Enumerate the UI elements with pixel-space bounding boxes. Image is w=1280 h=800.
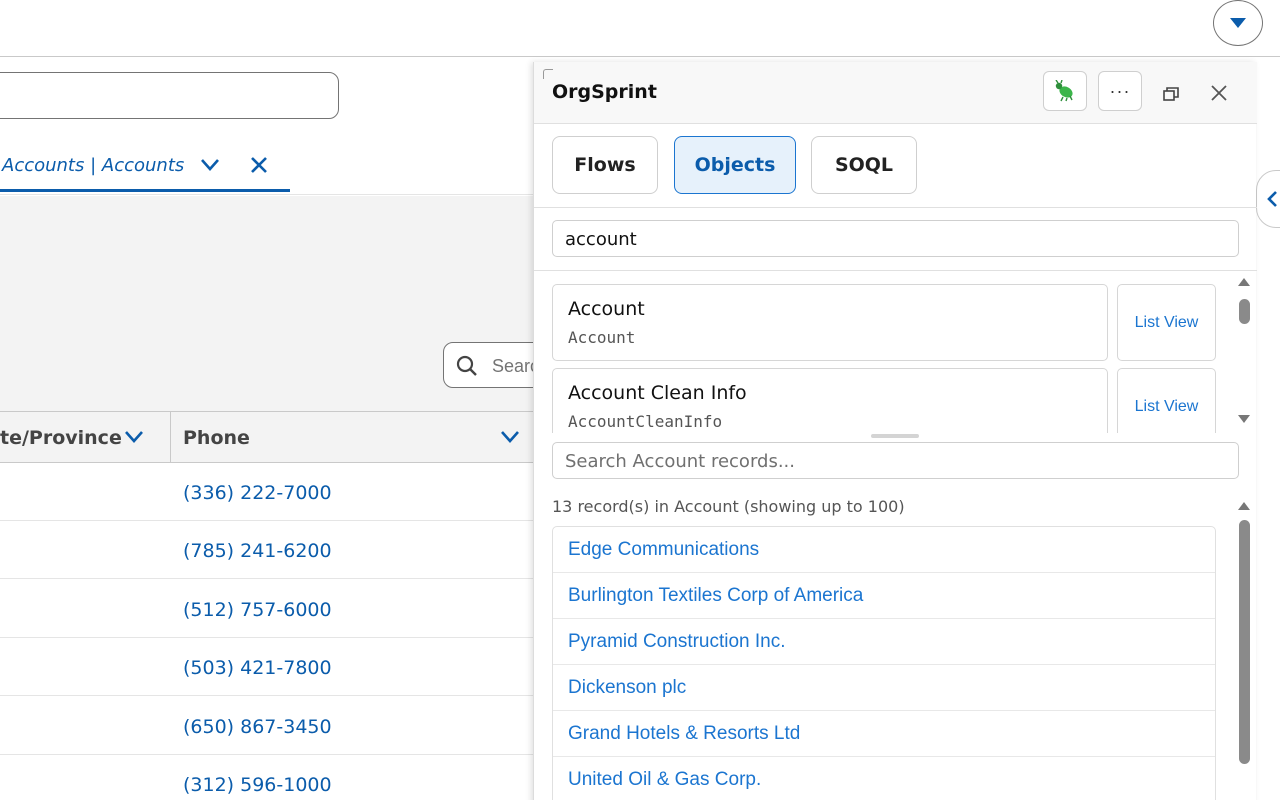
object-label: Account — [568, 298, 645, 320]
tab-accounts-label[interactable]: Accounts | Accounts — [2, 155, 184, 176]
object-api-name: AccountCleanInfo — [568, 412, 723, 431]
table-row: (336) 222-7000 — [0, 463, 540, 521]
tab-menu-chevron-icon[interactable] — [199, 156, 221, 174]
phone-link[interactable]: (650) 867-3450 — [183, 716, 332, 738]
object-filter-input[interactable]: account — [552, 220, 1239, 257]
global-search-input[interactable] — [0, 72, 339, 119]
scroll-up-arrow-icon[interactable] — [1237, 501, 1251, 511]
tab-flows[interactable]: Flows — [552, 136, 658, 194]
bug-icon — [1055, 80, 1073, 102]
object-item-account-clean-info[interactable]: Account Clean Info AccountCleanInfo — [552, 368, 1108, 433]
column-menu-chevron-icon[interactable] — [123, 428, 145, 446]
search-icon — [456, 355, 477, 376]
record-link[interactable]: Dickenson plc — [553, 665, 1215, 711]
phone-link[interactable]: (785) 241-6200 — [183, 540, 332, 562]
scroll-down-arrow-icon[interactable] — [1237, 414, 1251, 424]
record-link[interactable]: Edge Communications — [553, 527, 1215, 573]
debug-button[interactable] — [1043, 71, 1087, 111]
panel-header: OrgSprint ··· — [534, 62, 1257, 124]
record-list: Edge Communications Burlington Textiles … — [552, 526, 1216, 800]
restore-window-icon[interactable] — [1163, 87, 1179, 101]
column-header-phone[interactable]: Phone — [183, 427, 250, 449]
table-row: (312) 596-1000 — [0, 755, 540, 800]
object-api-name: Account — [568, 328, 636, 347]
phone-link[interactable]: (503) 421-7800 — [183, 657, 332, 679]
tab-close-icon[interactable] — [248, 154, 270, 176]
list-view-button[interactable]: List View — [1117, 368, 1216, 433]
more-options-button[interactable]: ··· — [1098, 71, 1142, 111]
object-label: Account Clean Info — [568, 382, 747, 404]
table-row: (503) 421-7800 — [0, 638, 540, 696]
object-list: Account Account List View Account Clean … — [534, 271, 1257, 433]
object-item-account[interactable]: Account Account — [552, 284, 1108, 361]
record-link[interactable]: Burlington Textiles Corp of America — [553, 573, 1215, 619]
phone-link[interactable]: (336) 222-7000 — [183, 482, 332, 504]
record-list-scrollbar-thumb[interactable] — [1239, 520, 1250, 764]
close-icon[interactable] — [1210, 84, 1228, 102]
panel-tabs: Flows Objects SOQL — [534, 124, 1257, 208]
scroll-up-arrow-icon[interactable] — [1237, 277, 1251, 287]
phone-link[interactable]: (512) 757-6000 — [183, 599, 332, 621]
panel-title: OrgSprint — [552, 81, 657, 103]
record-link[interactable]: Grand Hotels & Resorts Ltd — [553, 711, 1215, 757]
record-link[interactable]: Pyramid Construction Inc. — [553, 619, 1215, 665]
column-menu-chevron-icon[interactable] — [499, 428, 521, 446]
column-header-state-province[interactable]: te/Province — [0, 427, 122, 449]
resize-splitter[interactable] — [871, 434, 919, 438]
table-row: (650) 867-3450 — [0, 697, 540, 755]
column-divider — [170, 412, 171, 462]
ellipsis-icon: ··· — [1109, 80, 1131, 101]
record-count: 13 record(s) in Account (showing up to 1… — [552, 497, 905, 516]
global-actions-dropdown[interactable] — [1213, 0, 1263, 46]
table-row: (512) 757-6000 — [0, 580, 540, 638]
tab-soql[interactable]: SOQL — [811, 136, 917, 194]
resize-corner-icon[interactable] — [543, 69, 553, 79]
tab-objects[interactable]: Objects — [674, 136, 796, 194]
caret-down-icon — [1230, 18, 1246, 28]
object-list-scrollbar-thumb[interactable] — [1239, 299, 1250, 324]
record-link[interactable]: United Oil & Gas Corp. — [553, 757, 1215, 800]
chevron-left-icon — [1267, 191, 1277, 207]
table-row: (785) 241-6200 — [0, 521, 540, 579]
record-search-input[interactable]: Search Account records... — [552, 442, 1239, 479]
orgsprint-panel: OrgSprint ··· Flows Objects SOQL account — [533, 62, 1257, 800]
global-header — [0, 0, 1280, 57]
list-view-button[interactable]: List View — [1117, 284, 1216, 361]
screen: Accounts | Accounts Search te/Province P… — [0, 0, 1280, 800]
phone-link[interactable]: (312) 596-1000 — [183, 774, 332, 796]
panel-collapse-handle[interactable] — [1256, 170, 1280, 228]
